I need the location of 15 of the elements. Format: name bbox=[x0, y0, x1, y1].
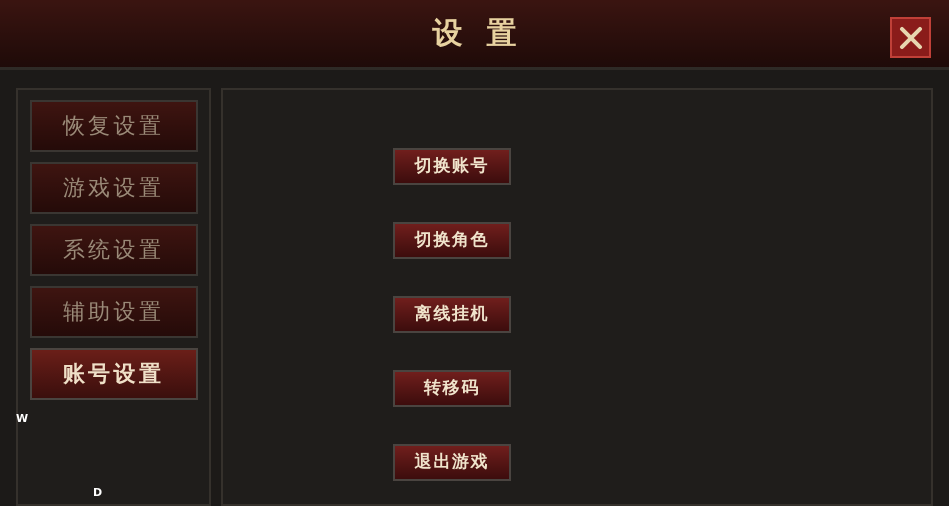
close-button[interactable] bbox=[890, 17, 931, 58]
window-title: 设置 bbox=[431, 15, 540, 53]
action-button[interactable]: 切换角色 bbox=[393, 222, 511, 259]
action-button[interactable]: 切换账号 bbox=[393, 148, 511, 185]
close-icon bbox=[898, 24, 924, 50]
key-hint: W bbox=[16, 411, 28, 427]
action-button[interactable]: 转移码 bbox=[393, 370, 511, 407]
key-hint: D bbox=[93, 485, 102, 501]
settings-tab[interactable]: 恢复设置 bbox=[30, 100, 198, 152]
action-button[interactable]: 退出游戏 bbox=[393, 444, 511, 481]
settings-tab[interactable]: 辅助设置 bbox=[30, 286, 198, 338]
settings-tab[interactable]: 系统设置 bbox=[30, 224, 198, 276]
settings-tab[interactable]: 游戏设置 bbox=[30, 162, 198, 214]
action-button[interactable]: 离线挂机 bbox=[393, 296, 511, 333]
settings-tab[interactable]: 账号设置 bbox=[30, 348, 198, 400]
